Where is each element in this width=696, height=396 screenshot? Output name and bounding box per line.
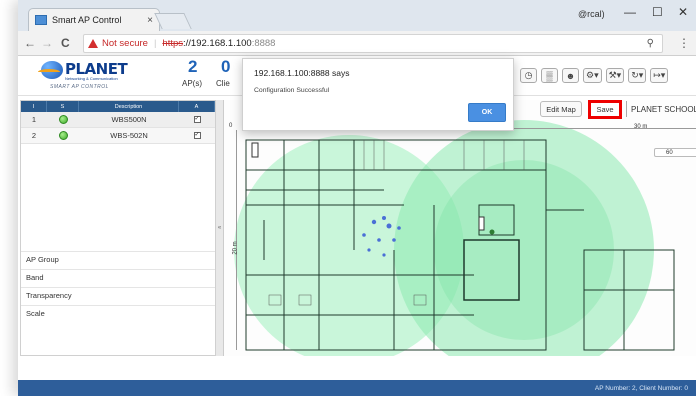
- row-index: 1: [31, 115, 37, 124]
- stats-icon[interactable]: ▒: [541, 68, 558, 83]
- col-active[interactable]: A: [179, 101, 215, 112]
- refresh-icon[interactable]: ↻▾: [628, 68, 647, 83]
- browser-tab[interactable]: Smart AP Control ×: [28, 8, 160, 31]
- table-row[interactable]: 2 WBS-502N ✓: [21, 128, 215, 144]
- save-button[interactable]: Save: [588, 100, 622, 119]
- table-row[interactable]: 1 WBS500N ✓: [21, 112, 215, 128]
- divider: [21, 251, 215, 252]
- url-host: ://192.168.1.100: [183, 38, 252, 49]
- magnifier-icon[interactable]: ⚲: [647, 38, 654, 49]
- status-cell: [47, 112, 79, 127]
- ap-checkbox[interactable]: ✓: [193, 132, 201, 139]
- ap-table-body: 1 WBS500N ✓ 2 WBS-502N ✓: [21, 112, 215, 144]
- divider: [21, 269, 215, 270]
- users-icon[interactable]: ☻: [562, 68, 579, 83]
- floor-plan-svg: [234, 120, 675, 356]
- url-input[interactable]: Not secure | https ://192.168.1.100 :888…: [83, 34, 663, 53]
- ap-checkbox[interactable]: ✓: [193, 116, 201, 123]
- checkbox-cell: ✓: [179, 128, 215, 143]
- new-tab-button[interactable]: [154, 13, 192, 29]
- logo-swoosh: [38, 69, 60, 75]
- browser-window: Smart AP Control × @rcal) — ☐ ✕ ← → C No…: [18, 0, 696, 396]
- url-separator: |: [153, 38, 157, 49]
- dialog-message: Configuration Successful: [254, 87, 330, 94]
- ap-marker-icon[interactable]: [251, 142, 259, 158]
- maximize-icon[interactable]: ☐: [652, 5, 663, 19]
- ap-count-label: AP(s): [182, 79, 202, 88]
- y-ruler-tick: 20 m: [232, 241, 239, 255]
- status-text: AP Number: 2, Client Number: 0: [594, 384, 688, 392]
- col-description[interactable]: Description: [79, 101, 179, 112]
- status-cell: [47, 128, 79, 143]
- panel-collapse-handle[interactable]: «: [216, 100, 224, 356]
- forward-icon[interactable]: →: [41, 36, 53, 50]
- dashboard-icon[interactable]: ◷: [520, 68, 537, 83]
- zoom-value: 60: [666, 149, 673, 156]
- site-select[interactable]: PLANET SCHOOL ▾: [626, 101, 696, 117]
- row-index: 2: [31, 131, 37, 140]
- app-favicon-icon: [35, 15, 47, 25]
- ok-button[interactable]: OK: [468, 103, 506, 122]
- client-count: 0: [221, 57, 231, 76]
- online-status-icon: [58, 131, 68, 140]
- divider: [21, 287, 215, 288]
- divider: [21, 305, 215, 306]
- url-port: :8888: [251, 38, 276, 49]
- x-ruler-origin: 0: [229, 123, 233, 129]
- logo-tagline: SMART AP CONTROL: [50, 84, 109, 90]
- col-index[interactable]: I: [21, 101, 47, 112]
- checkbox-cell: ✓: [179, 112, 215, 127]
- minimize-icon[interactable]: —: [624, 5, 636, 19]
- x-ruler-tick: 30 m: [634, 124, 648, 130]
- tab-strip: Smart AP Control × @rcal) — ☐ ✕: [18, 0, 696, 31]
- dialog-title: 192.168.1.100:8888 says: [254, 68, 350, 78]
- y-ruler: [236, 130, 237, 350]
- tab-title: Smart AP Control: [52, 15, 122, 25]
- url-scheme: https: [162, 38, 184, 49]
- status-bar: AP Number: 2, Client Number: 0: [18, 380, 696, 396]
- client-count-label: Clie: [216, 79, 230, 88]
- zoom-stepper[interactable]: 60: [654, 148, 696, 157]
- back-icon[interactable]: ←: [24, 36, 36, 50]
- tools-icon[interactable]: ⚒▾: [605, 68, 625, 83]
- profile-name[interactable]: @rcal): [578, 9, 605, 19]
- floor-map[interactable]: 0 30 m 20 m Edit Map Save PLANET SCHOOL …: [224, 100, 696, 356]
- online-status-icon: [58, 115, 68, 124]
- ap-status-dot: [489, 229, 495, 235]
- alert-dialog: 192.168.1.100:8888 says Configuration Su…: [242, 58, 514, 131]
- planet-logo: PLANET Networking & Communication SMART …: [38, 60, 138, 90]
- logo-subtitle: Networking & Communication: [65, 76, 118, 81]
- address-bar: ← → C Not secure | https ://192.168.1.10…: [18, 31, 696, 56]
- reload-icon[interactable]: C: [61, 36, 70, 50]
- tab-close-icon[interactable]: ×: [147, 15, 153, 26]
- row-description: WBS500N: [111, 115, 147, 124]
- row-description: WBS-502N: [110, 131, 148, 140]
- header-toolbar: ◷ ▒ ☻ ⚙▾ ⚒▾ ↻▾ ↦▾: [520, 68, 669, 83]
- site-select-value: PLANET SCHOOL: [631, 104, 696, 114]
- browser-menu-icon[interactable]: ⋮: [678, 36, 690, 50]
- ap-group-option[interactable]: AP Group: [26, 255, 59, 264]
- ap-marker-icon[interactable]: [478, 216, 485, 231]
- close-window-icon[interactable]: ✕: [678, 5, 688, 19]
- transparency-option[interactable]: Transparency: [26, 291, 72, 300]
- scale-option[interactable]: Scale: [26, 309, 45, 318]
- edit-map-button[interactable]: Edit Map: [540, 101, 582, 117]
- settings-icon[interactable]: ⚙▾: [583, 68, 602, 83]
- ap-table-header: I S Description A: [21, 101, 215, 112]
- logout-icon[interactable]: ↦▾: [650, 68, 669, 83]
- ap-count: 2: [188, 57, 198, 76]
- warning-icon: [88, 39, 98, 48]
- band-option[interactable]: Band: [26, 273, 44, 282]
- security-label[interactable]: Not secure: [102, 38, 148, 49]
- col-status[interactable]: S: [47, 101, 79, 112]
- ap-list-panel: I S Description A 1 WBS500N ✓ 2 WBS-502N…: [20, 100, 216, 356]
